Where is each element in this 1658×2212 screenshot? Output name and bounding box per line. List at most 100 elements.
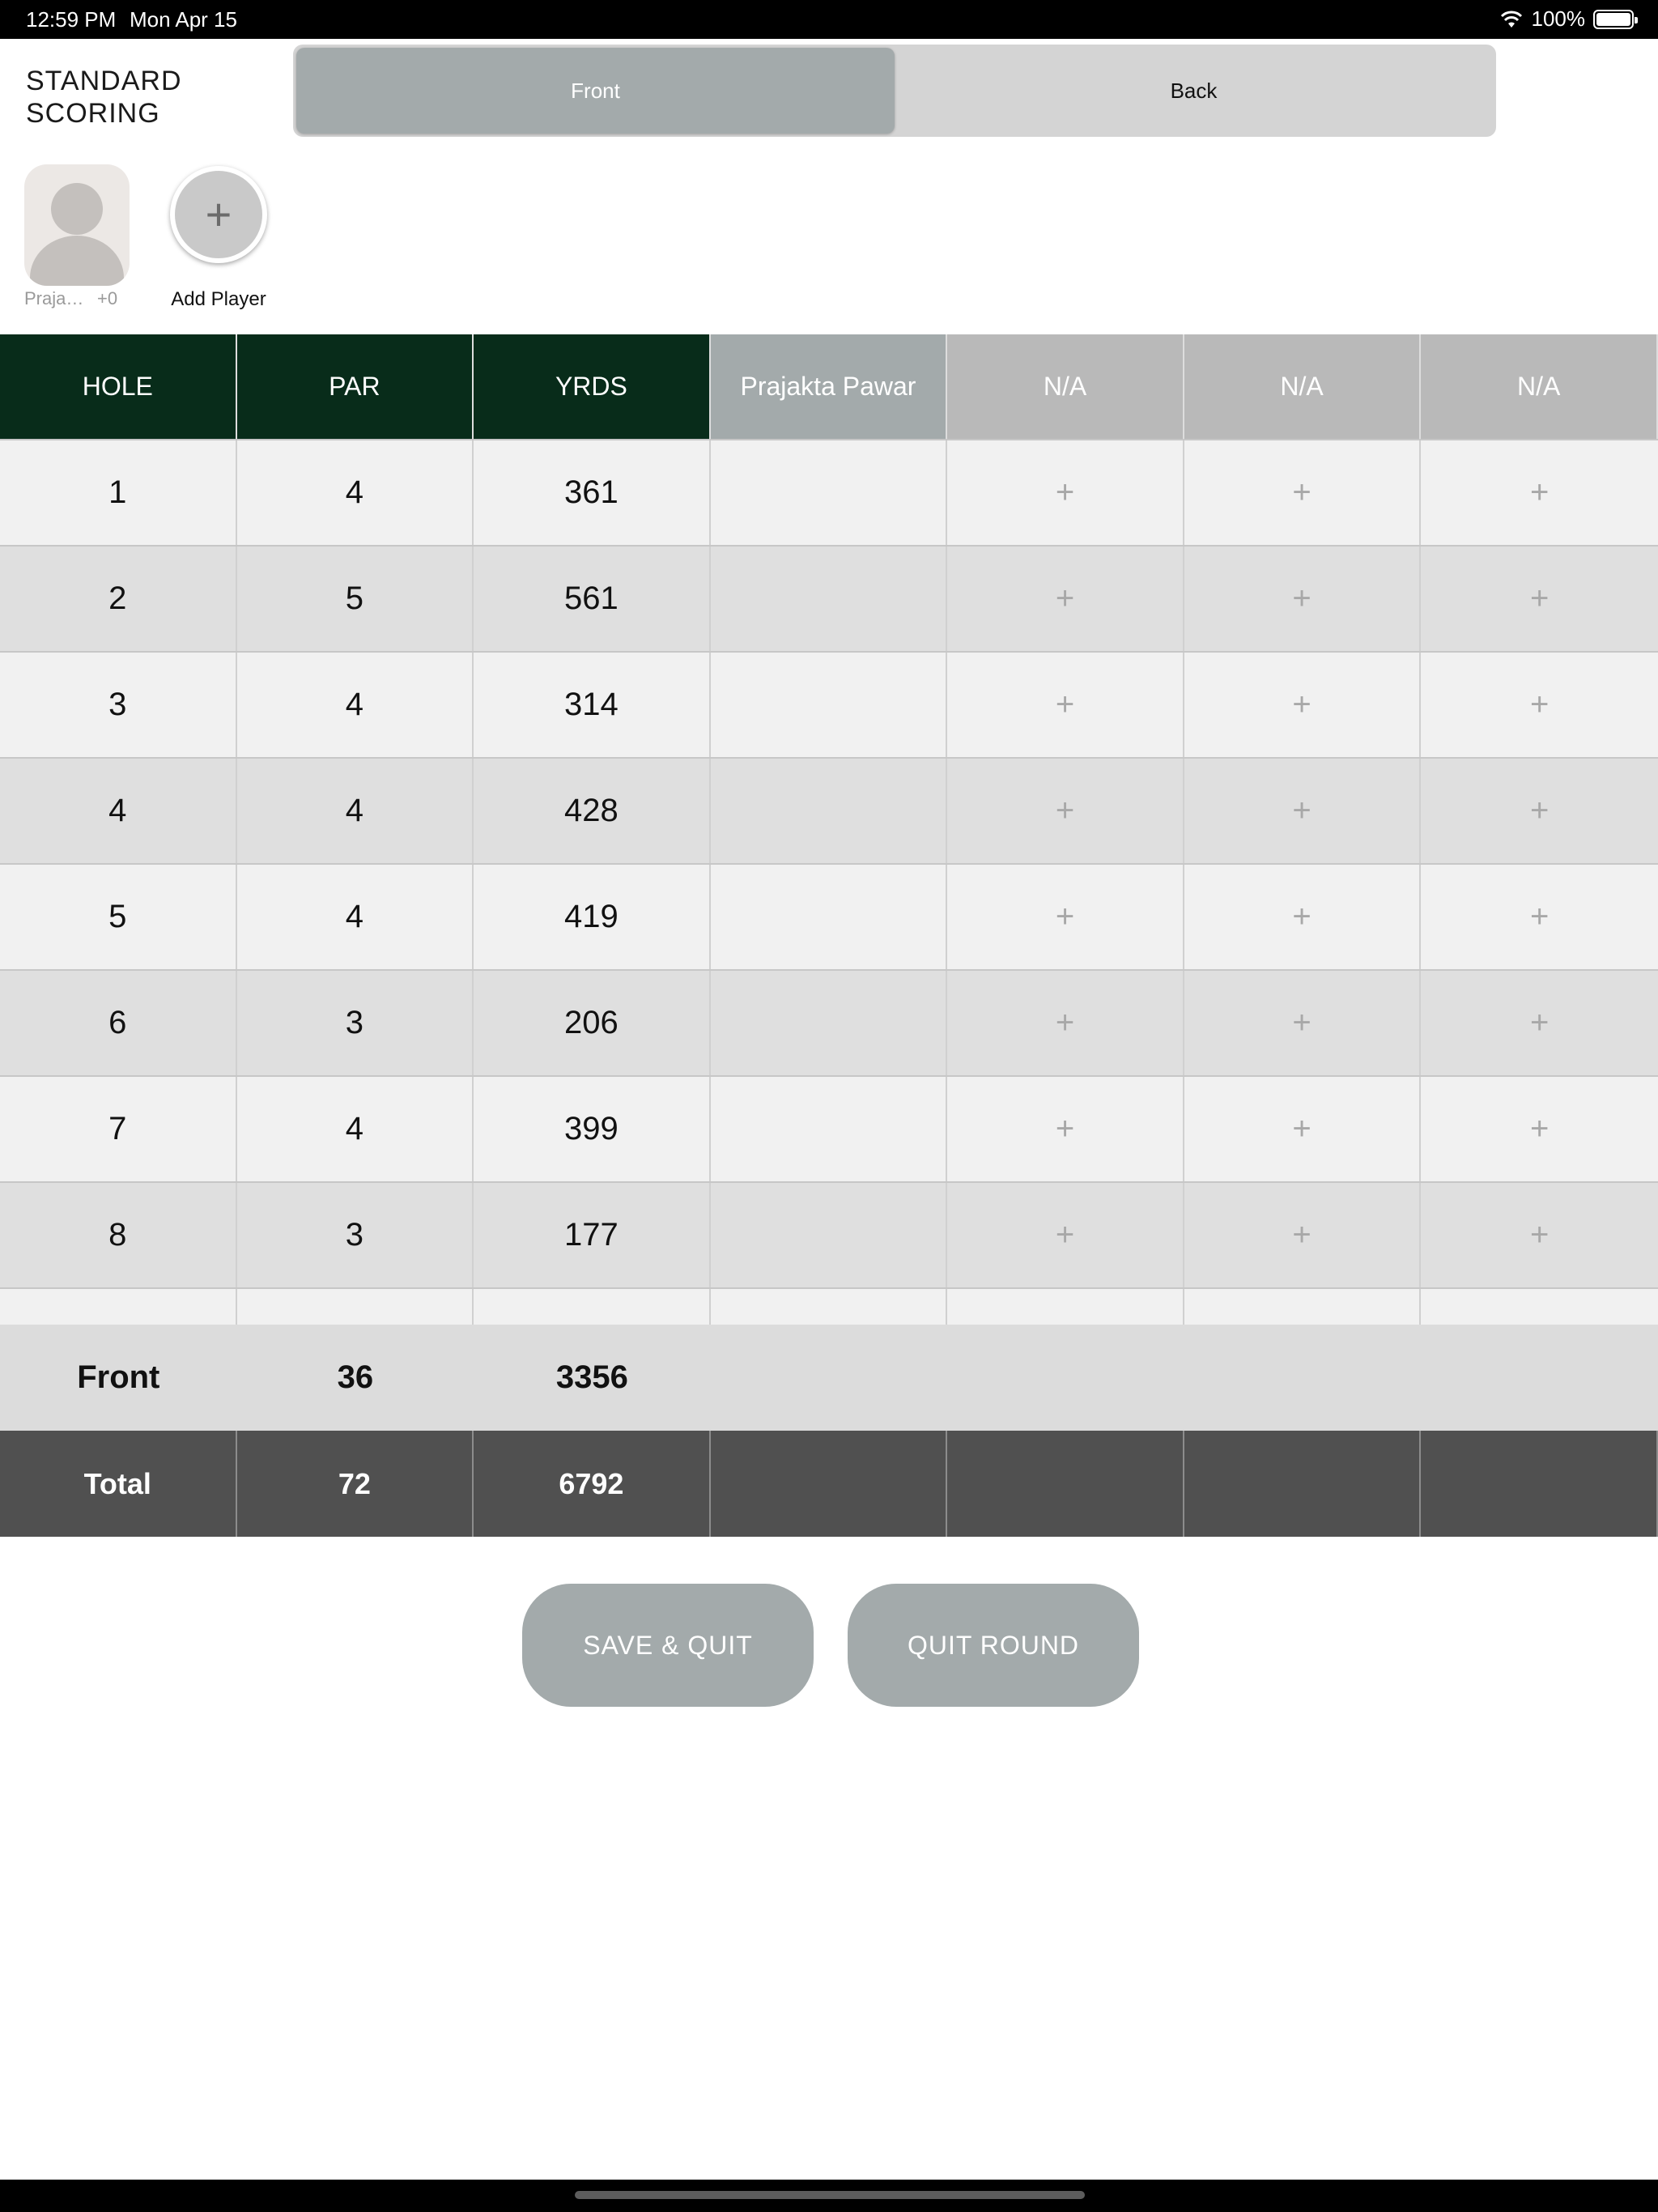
score-cell-player-3[interactable]: + bbox=[1184, 547, 1422, 651]
tab-front[interactable]: Front bbox=[296, 48, 895, 134]
hole-par: 4 bbox=[237, 759, 474, 863]
front-total-row: Front 36 3356 bbox=[0, 1325, 1658, 1431]
table-row: 5 4 419 + + + bbox=[0, 865, 1658, 971]
score-cell-player-1[interactable] bbox=[711, 971, 948, 1075]
hole-par: 5 bbox=[237, 547, 474, 651]
status-bar: 12:59 PM Mon Apr 15 100% bbox=[0, 0, 1658, 39]
player-info: Prajakt... +0 bbox=[24, 288, 130, 309]
save-quit-button[interactable]: SAVE & QUIT bbox=[522, 1584, 814, 1707]
score-cell-player-1[interactable] bbox=[711, 759, 948, 863]
player-name: Prajakt... bbox=[24, 288, 89, 308]
hole-number: 5 bbox=[0, 865, 237, 969]
quit-round-button[interactable]: QUIT ROUND bbox=[848, 1584, 1139, 1707]
header-player-3[interactable]: N/A bbox=[1184, 334, 1422, 439]
hole-number: 6 bbox=[0, 971, 237, 1075]
score-cell-player-1[interactable] bbox=[711, 865, 948, 969]
hole-yards: 428 bbox=[474, 759, 711, 863]
score-cell-player-4[interactable]: + bbox=[1421, 653, 1658, 757]
total-score-3 bbox=[1184, 1431, 1422, 1537]
score-cell-player-3[interactable]: + bbox=[1184, 1077, 1422, 1181]
table-row: 6 3 206 + + + bbox=[0, 971, 1658, 1077]
score-cell-player-4[interactable]: + bbox=[1421, 971, 1658, 1075]
score-cell-player-4[interactable]: + bbox=[1421, 440, 1658, 545]
header-player-2[interactable]: N/A bbox=[947, 334, 1184, 439]
total-score-4 bbox=[1421, 1431, 1658, 1537]
hole-par: 4 bbox=[237, 1077, 474, 1181]
front-score-3 bbox=[1184, 1325, 1422, 1431]
score-cell-player-1[interactable] bbox=[711, 547, 948, 651]
plus-icon: + bbox=[205, 189, 232, 240]
score-cell-player-1[interactable] bbox=[711, 1077, 948, 1181]
add-score-icon: + bbox=[1292, 1005, 1312, 1040]
player-avatar[interactable] bbox=[24, 164, 130, 286]
hole-par: 3 bbox=[237, 971, 474, 1075]
status-indicators: 100% bbox=[1499, 6, 1638, 32]
home-indicator[interactable] bbox=[575, 2191, 1085, 2199]
add-score-icon: + bbox=[1292, 1111, 1312, 1146]
score-cell-player-3[interactable]: + bbox=[1184, 653, 1422, 757]
hole-par: 4 bbox=[237, 440, 474, 545]
score-cell-player-4[interactable]: + bbox=[1421, 759, 1658, 863]
total-label: Total bbox=[0, 1431, 237, 1537]
score-cell-player-4[interactable]: + bbox=[1421, 547, 1658, 651]
total-yards: 6792 bbox=[474, 1431, 711, 1537]
add-score-icon: + bbox=[1055, 581, 1075, 616]
add-score-icon: + bbox=[1529, 1217, 1550, 1253]
hole-yards: 399 bbox=[474, 1077, 711, 1181]
add-score-icon: + bbox=[1529, 687, 1550, 722]
add-score-icon: + bbox=[1529, 1111, 1550, 1146]
add-score-icon: + bbox=[1055, 793, 1075, 828]
add-score-icon: + bbox=[1529, 581, 1550, 616]
add-score-icon: + bbox=[1292, 899, 1312, 934]
score-cell-player-4[interactable]: + bbox=[1421, 1183, 1658, 1287]
table-header: HOLE PAR YRDS Prajakta Pawar N/A N/A N/A bbox=[0, 334, 1658, 440]
score-cell-player-2[interactable]: + bbox=[947, 547, 1184, 651]
status-date: Mon Apr 15 bbox=[130, 7, 237, 32]
total-score-2 bbox=[947, 1431, 1184, 1537]
add-player-label: Add Player bbox=[171, 288, 266, 310]
player-handicap: +0 bbox=[97, 288, 118, 308]
wifi-icon bbox=[1500, 11, 1522, 28]
add-score-icon: + bbox=[1529, 474, 1550, 510]
score-cell-player-1[interactable] bbox=[711, 1183, 948, 1287]
score-cell-player-2[interactable]: + bbox=[947, 1183, 1184, 1287]
score-cell-player-2[interactable]: + bbox=[947, 759, 1184, 863]
score-cell-player-2[interactable]: + bbox=[947, 440, 1184, 545]
hole-number: 1 bbox=[0, 440, 237, 545]
add-score-icon: + bbox=[1055, 899, 1075, 934]
front-score-4 bbox=[1421, 1325, 1658, 1431]
scorecard-table: HOLE PAR YRDS Prajakta Pawar N/A N/A N/A… bbox=[0, 334, 1658, 1537]
header-player-1[interactable]: Prajakta Pawar bbox=[710, 334, 948, 439]
table-row: 4 4 428 + + + bbox=[0, 759, 1658, 865]
add-score-icon: + bbox=[1292, 687, 1312, 722]
add-score-icon: + bbox=[1529, 899, 1550, 934]
score-cell-player-3[interactable]: + bbox=[1184, 759, 1422, 863]
add-player-button[interactable]: + bbox=[170, 166, 267, 263]
score-cell-player-2[interactable]: + bbox=[947, 865, 1184, 969]
add-score-icon: + bbox=[1055, 1217, 1075, 1253]
header-par: PAR bbox=[236, 334, 474, 439]
header-player-4[interactable]: N/A bbox=[1421, 334, 1658, 439]
score-cell-player-1[interactable] bbox=[711, 653, 948, 757]
score-cell-player-3[interactable]: + bbox=[1184, 440, 1422, 545]
tab-back[interactable]: Back bbox=[895, 48, 1493, 134]
score-cell-player-2[interactable]: + bbox=[947, 653, 1184, 757]
score-cell-player-1[interactable] bbox=[711, 440, 948, 545]
hole-number: 3 bbox=[0, 653, 237, 757]
hole-par: 4 bbox=[237, 653, 474, 757]
score-cell-player-4[interactable]: + bbox=[1421, 865, 1658, 969]
score-cell-player-4[interactable]: + bbox=[1421, 1077, 1658, 1181]
hole-yards: 206 bbox=[474, 971, 711, 1075]
score-cell-player-3[interactable]: + bbox=[1184, 971, 1422, 1075]
score-cell-player-2[interactable]: + bbox=[947, 971, 1184, 1075]
score-cell-player-3[interactable]: + bbox=[1184, 865, 1422, 969]
hole-yards: 361 bbox=[474, 440, 711, 545]
add-score-icon: + bbox=[1292, 474, 1312, 510]
front-score-2 bbox=[947, 1325, 1184, 1431]
score-cell-player-2[interactable]: + bbox=[947, 1077, 1184, 1181]
hole-number: 2 bbox=[0, 547, 237, 651]
table-row: 8 3 177 + + + bbox=[0, 1183, 1658, 1289]
total-par: 72 bbox=[237, 1431, 474, 1537]
score-cell-player-3[interactable]: + bbox=[1184, 1183, 1422, 1287]
add-score-icon: + bbox=[1529, 1005, 1550, 1040]
